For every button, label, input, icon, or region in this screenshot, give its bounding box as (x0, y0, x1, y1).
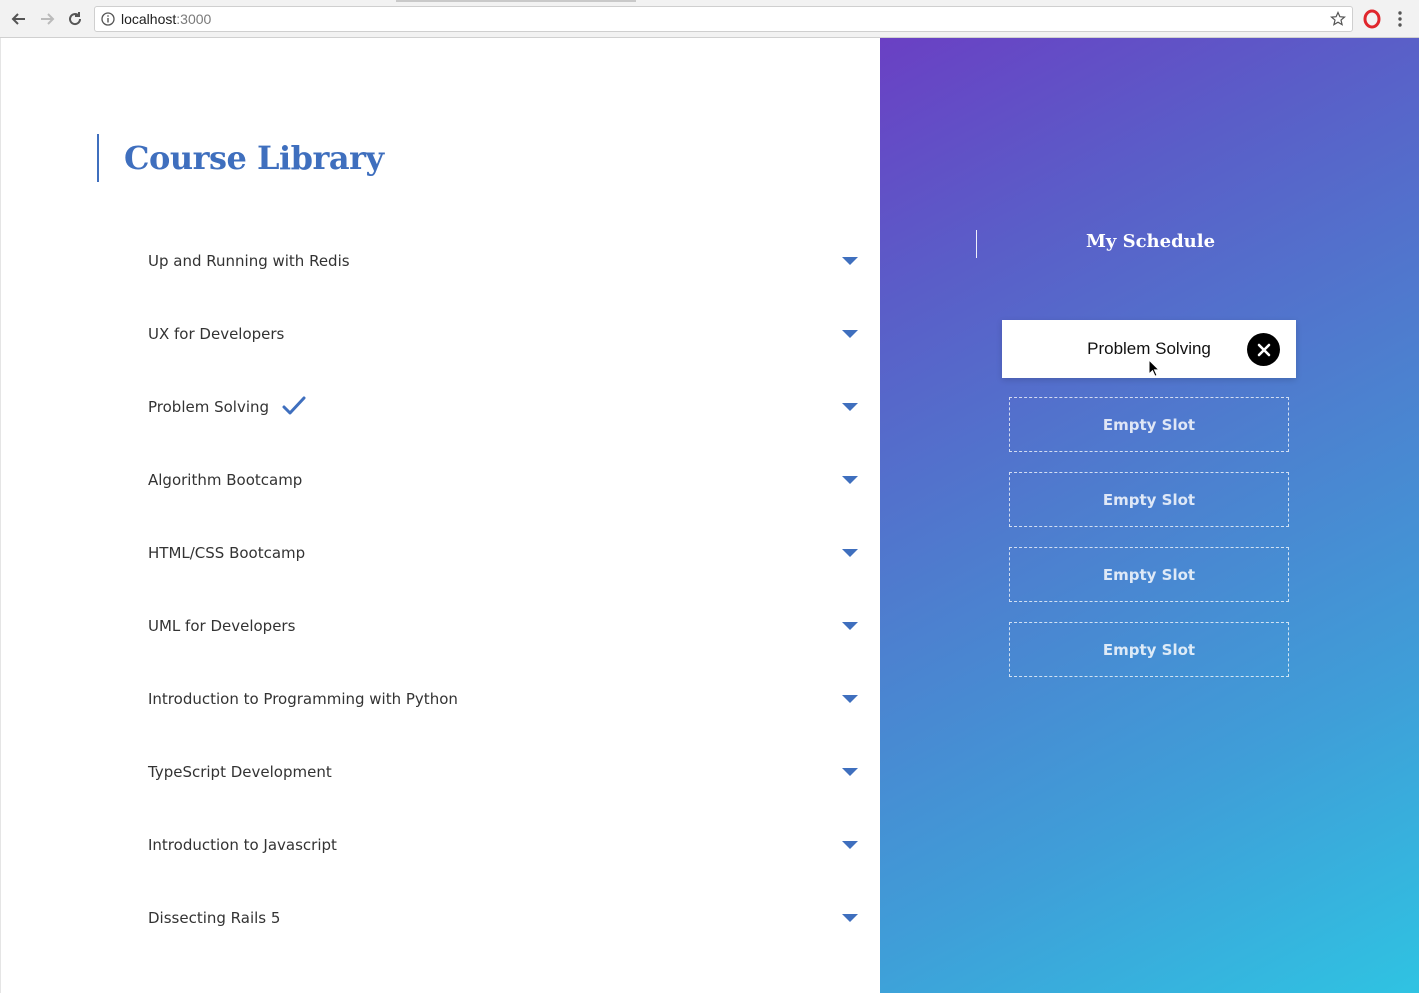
empty-slot[interactable]: Empty Slot (1009, 472, 1289, 527)
course-name: UML for Developers (148, 617, 296, 635)
empty-slot[interactable]: Empty Slot (1009, 547, 1289, 602)
forward-icon[interactable] (36, 8, 58, 30)
empty-slot[interactable]: Empty Slot (1009, 397, 1289, 452)
library-heading: Course Library (97, 134, 384, 182)
caret-down-icon[interactable] (842, 694, 858, 704)
caret-down-icon[interactable] (842, 329, 858, 339)
course-item[interactable]: UML for Developers (148, 612, 858, 642)
course-name: Problem Solving (148, 398, 270, 416)
course-item[interactable]: TypeScript Development (148, 758, 858, 788)
url-text: localhost:3000 (121, 11, 212, 27)
caret-down-icon[interactable] (842, 767, 858, 777)
empty-slot-label: Empty Slot (1102, 640, 1196, 659)
course-name: HTML/CSS Bootcamp (148, 544, 306, 562)
star-icon[interactable] (1330, 11, 1346, 27)
course-name: Dissecting Rails 5 (148, 909, 281, 927)
course-item[interactable]: HTML/CSS Bootcamp (148, 539, 858, 569)
course-name: Algorithm Bootcamp (148, 471, 303, 489)
course-name: Introduction to Javascript (148, 836, 337, 854)
browser-toolbar: localhost:3000 (0, 0, 1419, 38)
course-item[interactable]: Problem Solving (148, 393, 858, 423)
reload-icon[interactable] (64, 8, 86, 30)
course-item[interactable]: Up and Running with Redis (148, 247, 858, 277)
course-item[interactable]: Dissecting Rails 5 (148, 904, 858, 934)
mouse-cursor-icon (1148, 359, 1160, 377)
course-name: TypeScript Development (148, 763, 332, 781)
caret-down-icon[interactable] (842, 256, 858, 266)
opera-icon[interactable] (1362, 9, 1382, 29)
caret-down-icon[interactable] (842, 548, 858, 558)
remove-course-button[interactable] (1247, 333, 1280, 366)
course-item[interactable]: Introduction to Programming with Python (148, 685, 858, 715)
course-name: Introduction to Programming with Python (148, 690, 458, 708)
empty-slot-label: Empty Slot (1102, 565, 1196, 584)
tab-indicator (396, 0, 636, 2)
back-icon[interactable] (8, 8, 30, 30)
empty-slot[interactable]: Empty Slot (1009, 622, 1289, 677)
empty-slot-label: Empty Slot (1102, 490, 1196, 509)
course-item[interactable]: Introduction to Javascript (148, 831, 858, 861)
caret-down-icon[interactable] (842, 402, 858, 412)
check-icon (282, 396, 306, 415)
course-item[interactable]: UX for Developers (148, 320, 858, 350)
address-bar[interactable]: localhost:3000 (94, 6, 1353, 32)
empty-slot-label: Empty Slot (1102, 415, 1196, 434)
caret-down-icon[interactable] (842, 913, 858, 923)
caret-down-icon[interactable] (842, 475, 858, 485)
caret-down-icon[interactable] (842, 621, 858, 631)
course-library-panel: Course Library Up and Running with Redis… (0, 38, 880, 993)
menu-icon[interactable] (1392, 9, 1408, 29)
course-name: UX for Developers (148, 325, 285, 343)
schedule-title: My Schedule (1085, 231, 1216, 252)
close-icon (1257, 343, 1270, 356)
info-icon[interactable] (101, 12, 115, 26)
schedule-panel: My Schedule Problem Solving Empty Slot Em… (880, 38, 1419, 993)
course-name: Up and Running with Redis (148, 252, 350, 270)
library-title: Course Library (124, 139, 384, 177)
caret-down-icon[interactable] (842, 840, 858, 850)
page: Course Library Up and Running with Redis… (0, 38, 1419, 993)
course-item[interactable]: Algorithm Bootcamp (148, 466, 858, 496)
